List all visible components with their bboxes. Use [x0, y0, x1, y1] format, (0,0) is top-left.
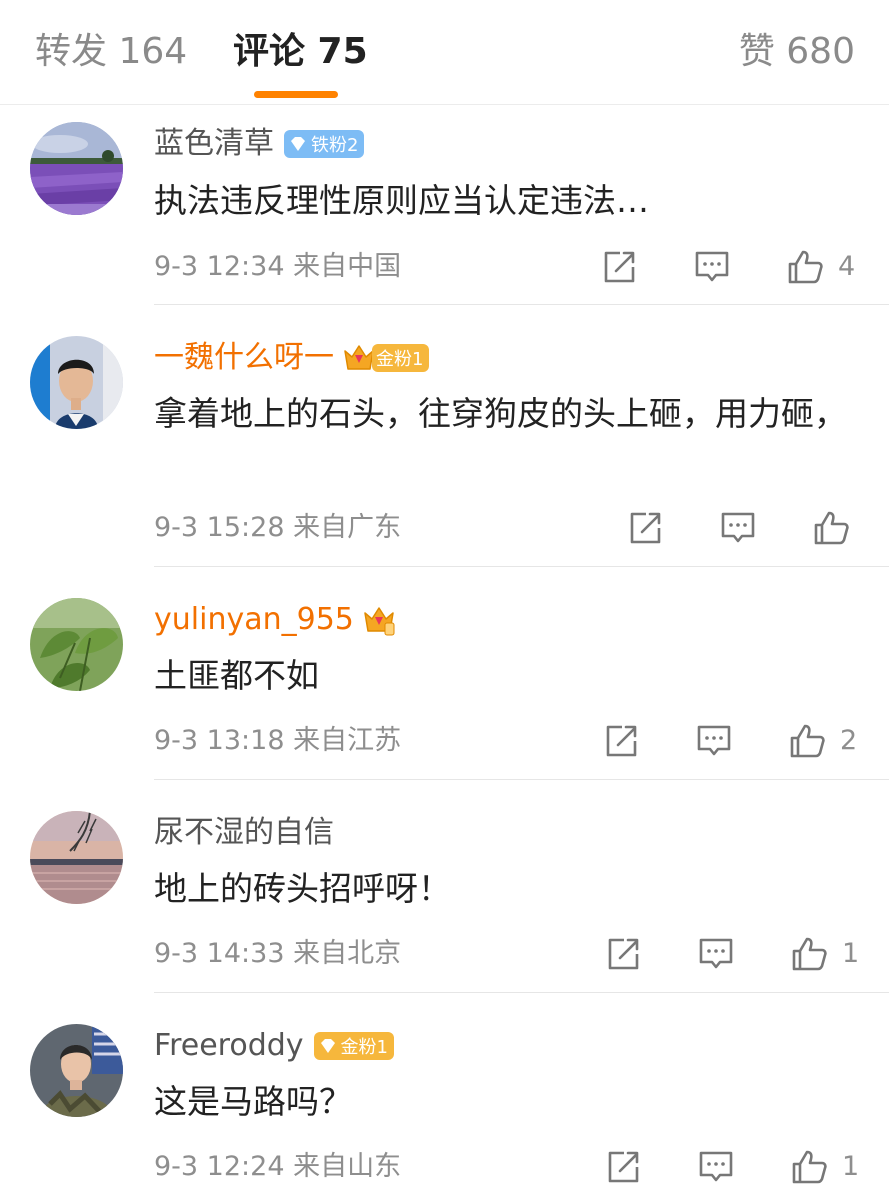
comment-meta: 9-3 14:33 来自北京 [154, 934, 401, 974]
share-icon [608, 938, 639, 970]
soldier-avatar [30, 1024, 123, 1117]
fan-badge: 金粉1 [313, 1032, 394, 1060]
fan-badge-label: 金粉1 [340, 1037, 388, 1058]
tab-likes[interactable]: 赞 680 [739, 28, 855, 76]
divider [154, 304, 889, 305]
tab-comments[interactable]: 评论 75 [233, 28, 368, 76]
comment-location: 来自北京 [293, 938, 402, 969]
avatar[interactable] [30, 1024, 123, 1117]
like-count: 1 [842, 1151, 860, 1182]
share-button[interactable] [602, 721, 640, 761]
divider [154, 566, 889, 567]
fan-badge-label: 铁粉2 [311, 135, 359, 156]
comment-text: 这是马路吗？ [154, 1082, 352, 1121]
comment-meta: 9-3 12:24 来自山东 [154, 1147, 401, 1187]
like-count: 1 [842, 938, 860, 969]
comment-icon [697, 725, 731, 756]
avatar[interactable] [30, 811, 123, 904]
share-button[interactable] [604, 1147, 642, 1187]
lavender-field-avatar [30, 122, 123, 215]
comment-time: 9-3 15:28 [154, 512, 285, 543]
thumbs-up-icon [814, 511, 849, 545]
like-count: 4 [838, 251, 856, 282]
comment-time: 9-3 12:24 [154, 1151, 285, 1182]
share-icon [604, 251, 635, 283]
share-button[interactable] [600, 247, 638, 287]
tab-bar: 转发 164 评论 75 赞 680 [0, 0, 889, 105]
username[interactable]: 蓝色清草 [154, 124, 274, 164]
comment-meta: 9-3 12:34 来自中国 [154, 247, 401, 287]
green-leaves-avatar [30, 598, 123, 691]
comment-text: 土匪都不如 [154, 656, 319, 695]
fan-badge: 铁粉2 [284, 130, 365, 158]
comment-icon [695, 251, 729, 282]
comment-time: 9-3 14:33 [154, 938, 285, 969]
thumbs-up-icon [788, 250, 823, 284]
comment-button[interactable] [697, 934, 735, 974]
crown-icon [364, 607, 395, 636]
diamond-icon [291, 137, 305, 151]
avatar[interactable] [30, 336, 123, 429]
comment-meta: 9-3 13:18 来自江苏 [154, 721, 401, 761]
diamond-icon [320, 1039, 335, 1053]
share-icon [608, 1151, 639, 1183]
username[interactable]: 尿不湿的自信 [154, 813, 334, 853]
avatar[interactable] [30, 122, 123, 215]
crown-icon [344, 345, 374, 370]
comment-location: 来自江苏 [293, 725, 402, 756]
divider [154, 779, 889, 780]
sunset-lake-avatar [30, 811, 123, 904]
fan-badge-label: 金粉1 [376, 349, 424, 370]
comment-button[interactable] [697, 1147, 735, 1187]
comment-button[interactable] [695, 721, 733, 761]
share-button[interactable] [626, 508, 664, 548]
thumbs-up-icon [792, 937, 827, 971]
share-button[interactable] [604, 934, 642, 974]
like-button[interactable] [812, 508, 864, 548]
comment-icon [721, 512, 755, 543]
portrait-avatar [30, 336, 123, 429]
comment-location: 来自山东 [293, 1151, 402, 1182]
username[interactable]: Freeroddy [154, 1026, 304, 1066]
thumbs-up-icon [792, 1150, 827, 1184]
comment-meta: 9-3 15:28 来自广东 [154, 508, 401, 548]
share-icon [630, 512, 661, 544]
comment-button[interactable] [719, 508, 757, 548]
username[interactable]: 一魏什么呀一 [154, 338, 334, 378]
comment-time: 9-3 12:34 [154, 251, 285, 282]
comment-text: 地上的砖头招呼呀！ [154, 869, 451, 908]
comment-text: 拿着地上的石头，往穿狗皮的头上砸，用力砸， [154, 394, 847, 433]
fan-badge: 金粉1 [372, 344, 430, 372]
like-button[interactable]: 1 [790, 1147, 859, 1187]
comment-time: 9-3 13:18 [154, 725, 285, 756]
tab-reposts[interactable]: 转发 164 [35, 28, 187, 76]
share-icon [606, 725, 637, 757]
comment-icon [699, 1151, 733, 1182]
like-button[interactable]: 1 [790, 934, 859, 974]
comment-location: 来自广东 [293, 512, 402, 543]
like-button[interactable]: 2 [788, 721, 857, 761]
like-count: 2 [840, 725, 858, 756]
avatar[interactable] [30, 598, 123, 691]
like-button[interactable]: 4 [786, 247, 855, 287]
comment-button[interactable] [693, 247, 731, 287]
username[interactable]: yulinyan_955 [154, 600, 354, 640]
divider [154, 992, 889, 993]
comment-location: 来自中国 [293, 251, 402, 282]
active-tab-indicator [254, 91, 338, 98]
thumbs-up-icon [790, 724, 825, 758]
comment-icon [699, 938, 733, 969]
comment-text: 执法违反理性原则应当认定违法… [154, 181, 649, 220]
